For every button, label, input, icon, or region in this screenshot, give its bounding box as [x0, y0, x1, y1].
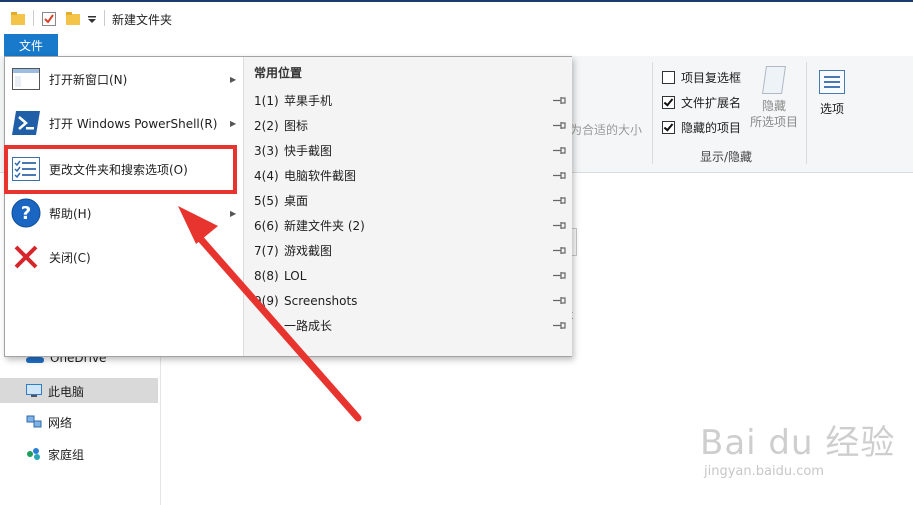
watermark-url: jingyan.baidu.com — [704, 464, 824, 479]
watermark-logo: Bai du 经验 — [700, 423, 896, 463]
watermark: Bai du 经验 jingyan.baidu.com — [700, 415, 900, 479]
